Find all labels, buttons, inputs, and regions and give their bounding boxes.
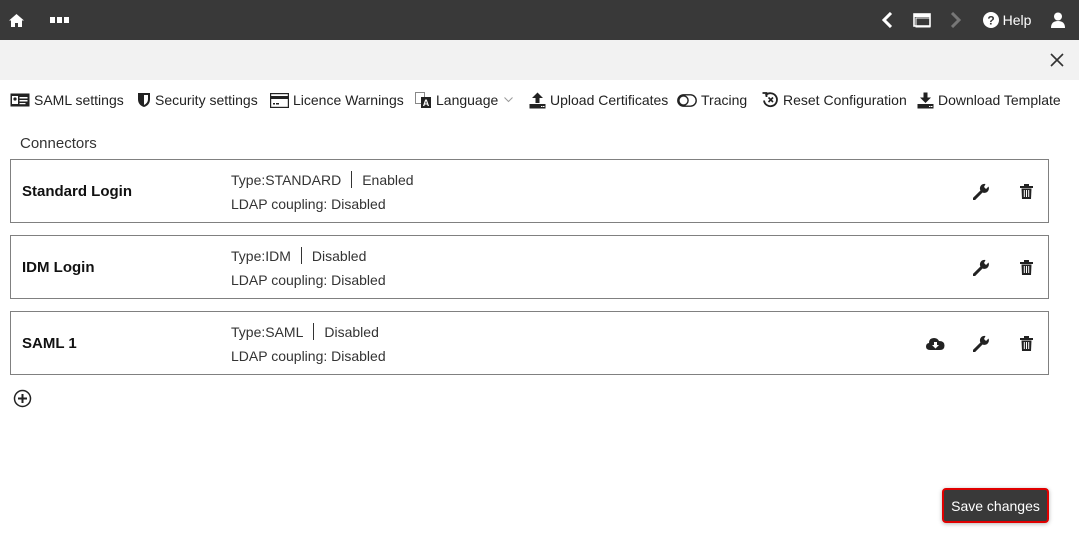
cloud-download-icon [925,337,944,350]
help-label: Help [1002,12,1032,28]
trash-icon [1019,183,1033,199]
download-icon [917,92,934,108]
reset-configuration-label: Reset Configuration [783,92,907,108]
connector-card: IDM Login Type:IDM Disabled LDAP couplin… [10,235,1049,299]
top-navigation-bar: ? Help [0,0,1079,40]
wrench-icon [972,335,989,352]
user-icon [1051,12,1065,28]
language-icon: A [415,91,431,108]
sub-header-bar [0,40,1079,80]
plus-circle-icon [13,389,32,408]
svg-text:?: ? [987,14,994,28]
edit-button[interactable] [970,332,992,354]
edit-button[interactable] [970,180,992,202]
connector-name: Standard Login [22,182,132,200]
help-button[interactable]: ? Help [982,0,1032,40]
save-changes-button[interactable]: Save changes [942,488,1049,523]
reset-configuration-button[interactable]: Reset Configuration [762,88,907,112]
more-button[interactable] [49,0,71,40]
connector-type: Type:SAML [231,323,304,340]
chevron-left-icon [881,12,892,28]
connector-status: Disabled [311,247,367,264]
more-icon [50,17,69,23]
chevron-down-icon [504,97,514,103]
separator [351,171,353,188]
close-button[interactable] [1047,50,1067,70]
chevron-right-icon [950,12,961,28]
connector-status: Enabled [362,171,414,188]
section-title: Connectors [20,135,97,152]
licence-warnings-button[interactable]: Licence Warnings [270,88,404,112]
language-dropdown[interactable]: A Language [415,88,517,112]
licence-warnings-label: Licence Warnings [293,92,404,108]
history-reset-icon [762,92,778,108]
window-icon [912,12,931,27]
forward-button[interactable] [946,0,964,40]
close-icon [1050,53,1064,67]
download-template-label: Download Template [938,92,1061,108]
trash-icon [1019,335,1033,351]
upload-certificates-label: Upload Certificates [550,92,669,108]
connector-type-status: Type:SAML Disabled [231,323,379,340]
security-settings-label: Security settings [155,92,258,108]
shield-icon [138,93,150,107]
toggle-off-icon [677,93,697,107]
wrench-icon [972,183,989,200]
connector-type-status: Type:STANDARD Enabled [231,171,414,188]
language-label: Language [436,92,499,108]
credit-card-icon [270,92,289,108]
connector-name: SAML 1 [22,334,77,352]
separator [313,323,315,340]
toolbar: SAML settings Security settings Licence … [0,88,1079,112]
connector-ldap: LDAP coupling: Disabled [231,348,386,364]
id-card-icon [10,93,30,107]
download-template-button[interactable]: Download Template [917,88,1061,112]
download-metadata-button[interactable] [924,332,946,354]
svg-text:A: A [423,98,430,108]
tracing-toggle[interactable]: Tracing [677,88,747,112]
delete-button[interactable] [1015,256,1037,278]
connector-type: Type:STANDARD [231,171,342,188]
separator [300,247,302,264]
connector-type-status: Type:IDM Disabled [231,247,366,264]
delete-button[interactable] [1015,332,1037,354]
edit-button[interactable] [970,256,992,278]
connector-card: Standard Login Type:STANDARD Enabled LDA… [10,159,1049,223]
connector-ldap: LDAP coupling: Disabled [231,196,386,212]
wrench-icon [972,259,989,276]
window-button[interactable] [911,0,933,40]
connector-ldap: LDAP coupling: Disabled [231,272,386,288]
back-button[interactable] [878,0,896,40]
trash-icon [1019,259,1033,275]
connector-card: SAML 1 Type:SAML Disabled LDAP coupling:… [10,311,1049,375]
home-icon [8,13,24,27]
tracing-label: Tracing [701,92,748,108]
user-button[interactable] [1049,0,1067,40]
upload-icon [529,92,546,108]
upload-certificates-button[interactable]: Upload Certificates [529,88,668,112]
saml-settings-label: SAML settings [34,92,124,108]
add-connector-button[interactable] [13,389,32,408]
connector-status: Disabled [324,323,379,340]
help-icon: ? [982,12,999,28]
saml-settings-button[interactable]: SAML settings [10,88,124,112]
connector-name: IDM Login [22,258,95,276]
delete-button[interactable] [1015,180,1037,202]
security-settings-button[interactable]: Security settings [137,88,258,112]
home-button[interactable] [6,0,26,40]
connector-type: Type:IDM [231,247,291,264]
